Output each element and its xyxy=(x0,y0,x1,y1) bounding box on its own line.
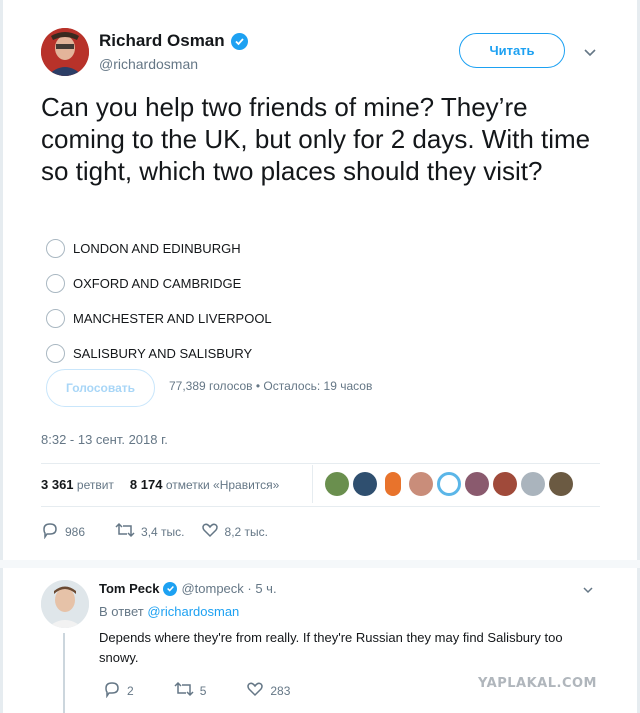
divider xyxy=(41,463,600,464)
radio-icon[interactable] xyxy=(46,344,65,363)
reply-author-avatar[interactable] xyxy=(41,580,89,628)
radio-icon[interactable] xyxy=(46,309,65,328)
likes-stat[interactable]: 8 174 отметки «Нравится» xyxy=(130,477,279,492)
reply-action[interactable]: 2 xyxy=(103,680,134,701)
reply-action[interactable]: 986 xyxy=(41,521,85,542)
reply-icon xyxy=(41,521,59,542)
retweet-icon xyxy=(115,521,135,542)
poll: LONDON AND EDINBURGH OXFORD AND CAMBRIDG… xyxy=(46,231,272,371)
tweet-stats: 3 361 ретвит 8 174 отметки «Нравится» xyxy=(41,477,279,492)
in-reply-to: В ответ @richardosman xyxy=(99,604,239,619)
poll-option-label: LONDON AND EDINBURGH xyxy=(73,241,241,256)
radio-icon[interactable] xyxy=(46,274,65,293)
liker-avatar[interactable] xyxy=(325,472,349,496)
liker-avatar[interactable] xyxy=(493,472,517,496)
watermark: YAPLAKAL.COM xyxy=(478,676,597,691)
retweet-count: 5 xyxy=(199,683,207,698)
retweets-stat[interactable]: 3 361 ретвит xyxy=(41,477,114,492)
divider xyxy=(41,506,600,507)
reply-icon xyxy=(103,680,121,701)
follow-button[interactable]: Читать xyxy=(459,33,565,68)
heart-icon xyxy=(201,521,219,542)
retweet-count: 3,4 тыс. xyxy=(141,524,185,539)
chevron-down-icon[interactable] xyxy=(580,582,596,598)
verified-badge-icon xyxy=(163,581,178,596)
liker-avatar[interactable] xyxy=(409,472,433,496)
poll-option[interactable]: MANCHESTER AND LIVERPOOL xyxy=(46,301,272,336)
like-count: 8,2 тыс. xyxy=(224,524,268,539)
reply-author-name[interactable]: Tom Peck xyxy=(99,581,159,596)
liker-avatar[interactable] xyxy=(437,472,461,496)
likers-avatars xyxy=(325,472,573,496)
section-divider xyxy=(0,560,640,568)
reply-actions: 2 5 283 xyxy=(103,680,330,701)
reply-header: Tom Peck @tompeck · 5 ч. xyxy=(99,581,277,596)
retweet-action[interactable]: 3,4 тыс. xyxy=(115,521,185,542)
radio-icon[interactable] xyxy=(46,239,65,258)
liker-avatar[interactable] xyxy=(353,472,377,496)
retweets-label: ретвит xyxy=(76,478,114,492)
tweet-actions: 986 3,4 тыс. 8,2 тыс. xyxy=(41,521,284,542)
poll-option-label: SALISBURY AND SALISBURY xyxy=(73,346,253,361)
reply-text: Depends where they're from really. If th… xyxy=(99,630,563,665)
in-reply-handle-link[interactable]: @richardosman xyxy=(147,604,239,619)
author-avatar[interactable] xyxy=(41,28,89,76)
poll-meta: 77,389 голосов • Осталось: 19 часов xyxy=(169,379,373,393)
thread-line xyxy=(63,633,65,713)
retweet-icon xyxy=(174,680,194,701)
reply-count: 2 xyxy=(127,683,134,698)
poll-option-label: OXFORD AND CAMBRIDGE xyxy=(73,276,242,291)
tweet-timestamp[interactable]: 8:32 - 13 сент. 2018 г. xyxy=(41,432,168,447)
like-action[interactable]: 8,2 тыс. xyxy=(201,521,268,542)
liker-avatar[interactable] xyxy=(385,472,401,496)
like-action[interactable]: 283 xyxy=(246,680,290,701)
tweet-text: Can you help two friends of mine? They’r… xyxy=(41,92,591,186)
vote-button[interactable]: Голосовать xyxy=(46,369,155,407)
heart-icon xyxy=(246,680,264,701)
liker-avatar[interactable] xyxy=(549,472,573,496)
author-name[interactable]: Richard Osman xyxy=(99,31,248,51)
stats-separator xyxy=(312,465,313,503)
chevron-down-icon[interactable] xyxy=(580,42,600,62)
poll-option[interactable]: LONDON AND EDINBURGH xyxy=(46,231,272,266)
author-handle[interactable]: @richardosman xyxy=(99,56,198,72)
retweet-action[interactable]: 5 xyxy=(174,680,207,701)
verified-badge-icon xyxy=(230,32,248,50)
reply-author-handle[interactable]: @tompeck · 5 ч. xyxy=(181,581,276,596)
liker-avatar[interactable] xyxy=(465,472,489,496)
liker-avatar[interactable] xyxy=(521,472,545,496)
author-name-text[interactable]: Richard Osman xyxy=(99,31,225,51)
retweets-count: 3 361 xyxy=(41,477,74,492)
likes-count: 8 174 xyxy=(129,477,163,492)
poll-option[interactable]: SALISBURY AND SALISBURY xyxy=(46,336,272,371)
poll-option-label: MANCHESTER AND LIVERPOOL xyxy=(73,311,272,326)
like-count: 283 xyxy=(270,683,291,698)
likes-label: отметки «Нравится» xyxy=(165,478,280,492)
in-reply-prefix: В ответ xyxy=(99,604,144,619)
reply-count: 986 xyxy=(65,524,86,539)
poll-option[interactable]: OXFORD AND CAMBRIDGE xyxy=(46,266,272,301)
